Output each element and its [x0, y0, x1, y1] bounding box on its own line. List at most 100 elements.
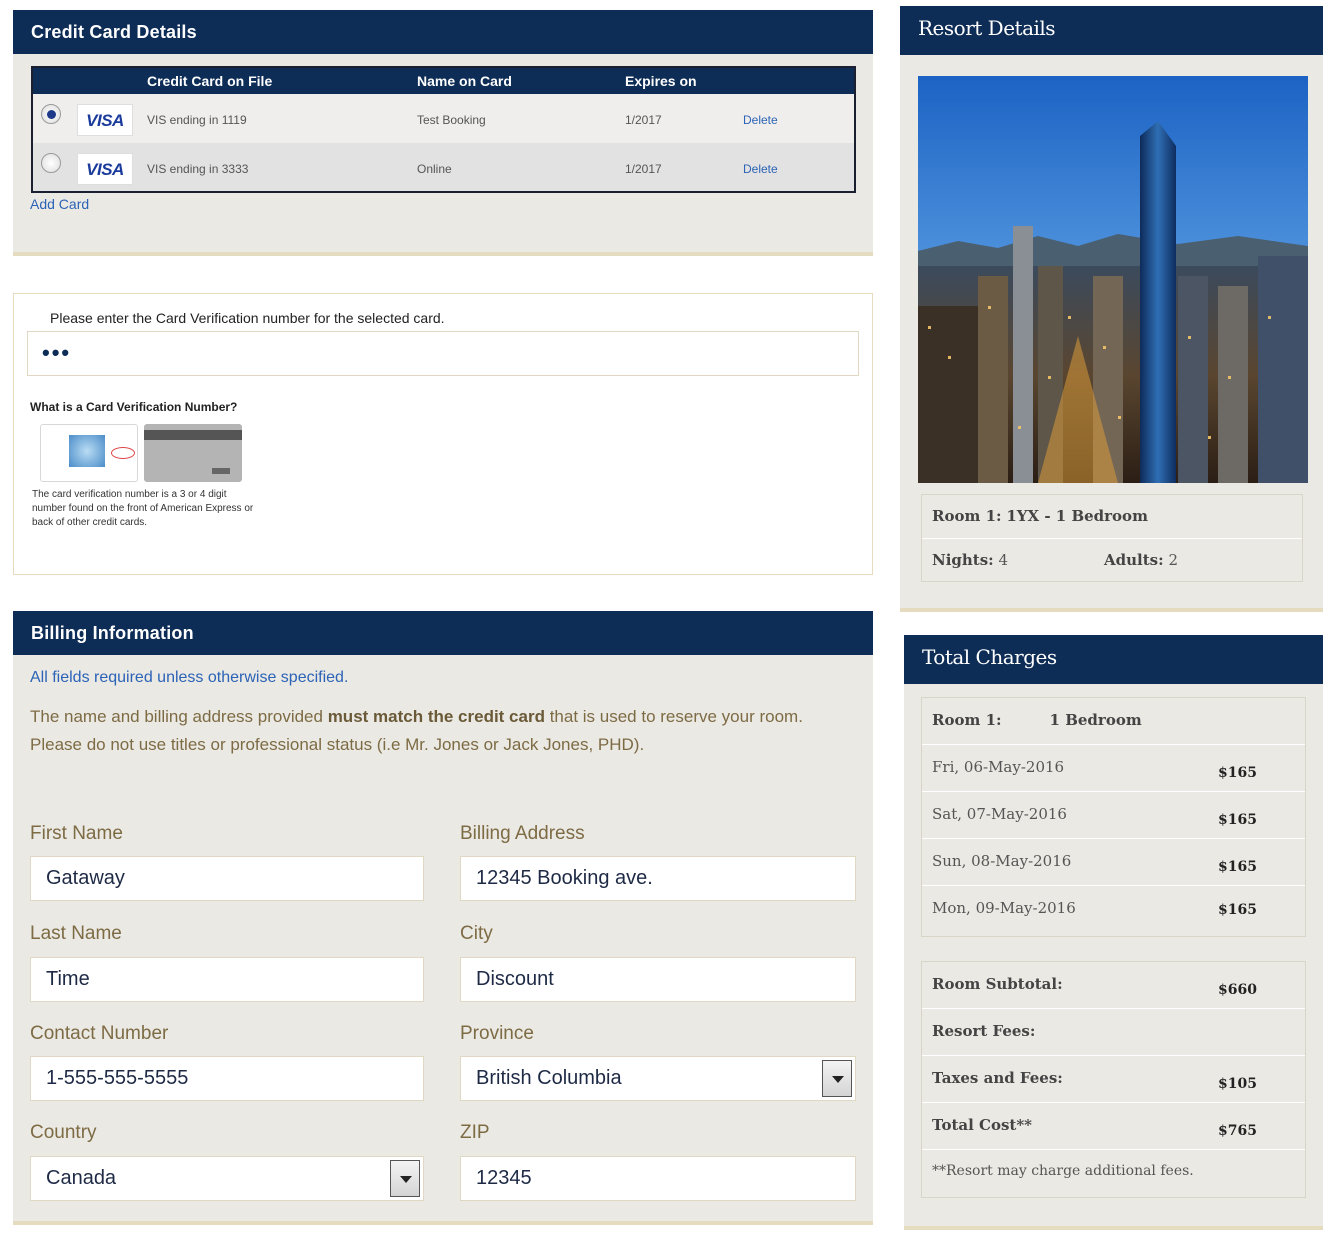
night-charge-row: Mon, 09-May-2016 $165 [922, 886, 1305, 933]
subtotal-amount: $660 [1218, 982, 1257, 998]
chevron-down-icon[interactable] [822, 1060, 852, 1097]
card-row[interactable]: VISA VIS ending in 1119 Test Booking 1/2… [33, 94, 854, 142]
adults-info: Adults: 2 [1104, 551, 1178, 569]
taxes-label-text: Taxes and Fees: [932, 1069, 1063, 1087]
first-name-label: First Name [30, 823, 123, 844]
province-label: Province [460, 1023, 534, 1044]
column-card-on-file: Credit Card on File [147, 73, 273, 89]
total-row: Total Cost** $765 [922, 1103, 1305, 1150]
night-date: Sun, 08-May-2016 [932, 852, 1072, 870]
contact-number-label: Contact Number [30, 1023, 169, 1044]
adults-label: Adults: [1104, 551, 1164, 569]
cvv-help-text: The card verification number is a 3 or 4… [32, 489, 254, 528]
city-input[interactable]: Discount [460, 957, 856, 1002]
night-date: Sat, 07-May-2016 [932, 805, 1067, 823]
room-row: Room 1: 1YX - 1 Bedroom [922, 495, 1302, 539]
night-date: Fri, 06-May-2016 [932, 758, 1065, 776]
billing-header: Billing Information [13, 611, 873, 655]
zip-input[interactable]: 12345 [460, 1156, 856, 1201]
resort-header: Resort Details [900, 6, 1323, 55]
night-date: Mon, 09-May-2016 [932, 899, 1076, 917]
last-name-input[interactable]: Time [30, 957, 424, 1002]
billing-notice: The name and billing address provided mu… [30, 703, 830, 759]
cvv-card-illustration [40, 424, 244, 484]
card-verification-panel: Please enter the Card Verification numbe… [13, 293, 873, 575]
resort-fees-label-text: Resort Fees: [932, 1022, 1036, 1040]
charges-room-value: 1 Bedroom [1049, 711, 1142, 729]
night-charge-row: Sun, 08-May-2016 $165 [922, 839, 1305, 886]
country-label: Country [30, 1122, 97, 1143]
card-name: Test Booking [417, 113, 486, 127]
room-value: 1YX - 1 Bedroom [1006, 507, 1148, 525]
billing-address-label: Billing Address [460, 823, 585, 844]
last-name-label: Last Name [30, 923, 122, 944]
taxes-row: Taxes and Fees: $105 [922, 1056, 1305, 1103]
column-expires-on: Expires on [625, 73, 697, 89]
card-expiry: 1/2017 [625, 162, 662, 176]
delete-card-link[interactable]: Delete [743, 162, 778, 176]
card-name: Online [417, 162, 452, 176]
taxes-label: Taxes and Fees: [932, 1069, 1063, 1087]
charges-room-row: Room 1: 1 Bedroom [922, 698, 1305, 745]
nights-label: Nights: [932, 551, 994, 569]
nights-value: 4 [998, 551, 1009, 569]
cvv-help-title: What is a Card Verification Number? [30, 400, 238, 414]
province-select[interactable]: British Columbia [460, 1056, 856, 1101]
night-charge-row: Fri, 06-May-2016 $165 [922, 745, 1305, 792]
credit-card-table: Credit Card on File Name on Card Expires… [31, 66, 856, 193]
card-number: VIS ending in 3333 [147, 162, 249, 176]
night-amount: $165 [1218, 765, 1257, 781]
country-value: Canada [46, 1167, 117, 1189]
card-back-image [144, 424, 242, 482]
night-amount: $165 [1218, 902, 1257, 918]
charges-header: Total Charges [904, 635, 1323, 684]
delete-card-link[interactable]: Delete [743, 113, 778, 127]
guests-row: Nights: 4 Adults: 2 [922, 539, 1302, 583]
footnote-row: **Resort may charge additional fees. [922, 1150, 1305, 1197]
fees-footnote: **Resort may charge additional fees. [932, 1163, 1194, 1179]
zip-label: ZIP [460, 1122, 490, 1143]
billing-panel: Billing Information All fields required … [13, 611, 873, 1225]
total-amount: $765 [1218, 1123, 1257, 1139]
card-row[interactable]: VISA VIS ending in 3333 Online 1/2017 De… [33, 143, 854, 191]
resort-photo [918, 76, 1308, 483]
add-card-link[interactable]: Add Card [30, 196, 89, 212]
night-amount: $165 [1218, 859, 1257, 875]
card-select-radio[interactable] [41, 153, 61, 173]
room-label-text: Room 1: [932, 507, 1002, 525]
night-charge-row: Sat, 07-May-2016 $165 [922, 792, 1305, 839]
chevron-down-icon[interactable] [390, 1160, 420, 1197]
credit-card-panel: Credit Card Details Credit Card on File … [13, 10, 873, 256]
taxes-amount: $105 [1218, 1076, 1257, 1092]
column-name-on-card: Name on Card [417, 73, 512, 89]
subtotal-label-text: Room Subtotal: [932, 975, 1063, 993]
subtotal-label: Room Subtotal: [932, 975, 1063, 993]
credit-card-header: Credit Card Details [13, 10, 873, 54]
first-name-input[interactable]: Gataway [30, 856, 424, 901]
resort-info: Room 1: 1YX - 1 Bedroom Nights: 4 Adults… [921, 494, 1303, 582]
visa-logo: VISA [77, 104, 133, 136]
card-front-image [40, 424, 138, 482]
resort-panel: Resort Details Room 1: 1YX - 1 Bedroom N… [900, 6, 1323, 612]
nightly-charges: Room 1: 1 Bedroom Fri, 06-May-2016 $165 S… [921, 697, 1306, 937]
billing-notice-bold: must match the credit card [327, 707, 545, 726]
resort-fees-row: Resort Fees: [922, 1009, 1305, 1056]
charges-room-label: Room 1: 1 Bedroom [932, 711, 1142, 729]
night-amount: $165 [1218, 812, 1257, 828]
subtotal-row: Room Subtotal: $660 [922, 962, 1305, 1009]
billing-notice-part1: The name and billing address provided [30, 707, 328, 726]
charges-panel: Total Charges Room 1: 1 Bedroom Fri, 06-M… [904, 635, 1323, 1230]
contact-number-input[interactable]: 1-555-555-5555 [30, 1056, 424, 1101]
adults-value: 2 [1168, 551, 1178, 569]
billing-address-input[interactable]: 12345 Booking ave. [460, 856, 856, 901]
cvv-input[interactable]: ••• [27, 331, 859, 376]
resort-fees-label: Resort Fees: [932, 1022, 1035, 1040]
card-select-radio[interactable] [41, 104, 61, 124]
charges-summary: Room Subtotal: $660 Resort Fees: Taxes a… [921, 961, 1306, 1198]
nights-info: Nights: 4 [932, 551, 1008, 569]
required-fields-note: All fields required unless otherwise spe… [30, 669, 349, 686]
room-label: Room 1: 1YX - 1 Bedroom [932, 507, 1148, 525]
city-skyline-image [918, 76, 1308, 483]
country-select[interactable]: Canada [30, 1156, 424, 1201]
card-expiry: 1/2017 [625, 113, 662, 127]
